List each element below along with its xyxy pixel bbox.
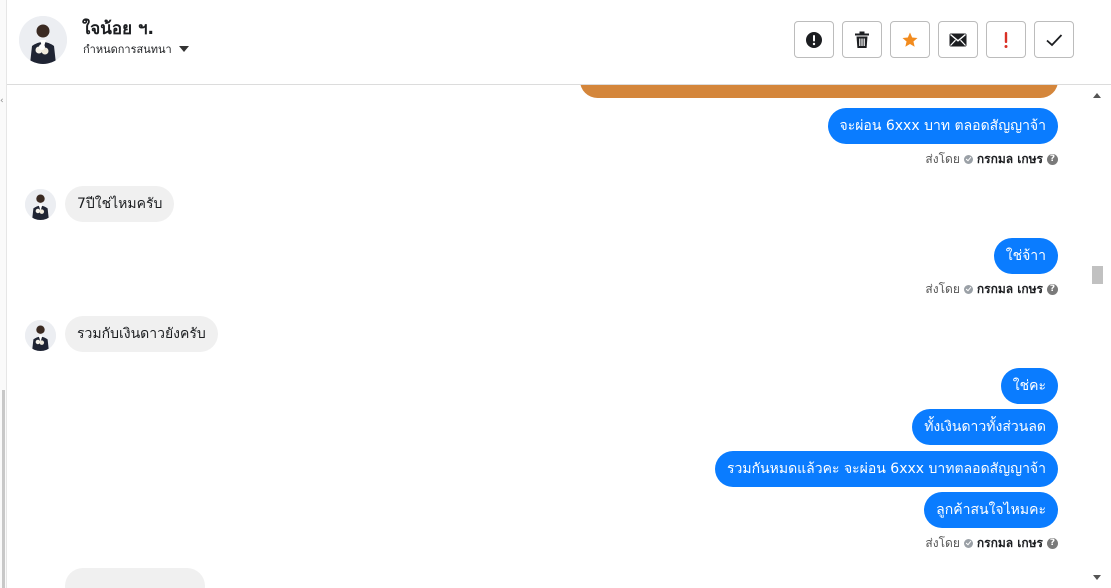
left-panel-edge: ‹ <box>0 0 7 588</box>
delete-button[interactable] <box>842 21 882 58</box>
star-icon <box>902 32 918 47</box>
mark-unread-button[interactable] <box>938 21 978 58</box>
exclamation-circle-icon <box>806 31 822 48</box>
contact-avatar-small[interactable] <box>25 320 56 351</box>
message-bubble-incoming-partial <box>65 568 205 588</box>
exclamation-icon <box>1004 31 1008 48</box>
message-thread[interactable]: จะผ่อน 6xxx บาท ตลอดสัญญาจ้า ส่งโดย กรกม… <box>7 85 1088 588</box>
check-icon <box>1046 33 1063 46</box>
edge-marker: ‹ <box>0 96 4 106</box>
sent-by-prefix: ส่งโดย <box>925 151 960 166</box>
thread-scrollbar[interactable] <box>1088 85 1111 588</box>
conversation-label-dropdown[interactable]: กำหนดการสนทนา <box>83 42 189 56</box>
message-bubble-outgoing: จะผ่อน 6xxx บาท ตลอดสัญญาจ้า <box>827 108 1058 144</box>
sent-by-info: ส่งโดย กรกมล เกษร ? <box>925 536 1058 550</box>
trash-icon <box>855 31 869 48</box>
message-bubble-outgoing: ลูกค้าสนใจไหมคะ <box>924 492 1058 528</box>
left-scroll-track[interactable] <box>2 390 5 588</box>
contact-avatar-small[interactable] <box>25 189 56 220</box>
help-icon[interactable]: ? <box>1047 153 1058 165</box>
sent-by-prefix: ส่งโดย <box>925 281 960 296</box>
mark-important-button[interactable] <box>986 21 1026 58</box>
message-bubble-outgoing: ทั้งเงินดาวทั้งส่วนลด <box>912 409 1058 445</box>
sender-name[interactable]: กรกมล เกษร <box>977 534 1043 553</box>
check-circle-icon <box>963 154 973 164</box>
contact-avatar[interactable] <box>19 16 67 64</box>
sent-by-prefix: ส่งโดย <box>925 535 960 550</box>
caret-down-icon <box>178 46 189 52</box>
contact-name: ใจน้อย ฯ. <box>82 19 154 39</box>
scroll-down-icon[interactable] <box>1093 575 1101 580</box>
scroll-up-icon[interactable] <box>1093 93 1101 98</box>
conversation-header: ใจน้อย ฯ. กำหนดการสนทนา <box>7 0 1111 85</box>
check-circle-icon <box>963 284 973 294</box>
message-bubble-incoming: รวมกับเงินดาวยังครับ <box>65 316 218 352</box>
sender-name[interactable]: กรกมล เกษร <box>977 280 1043 299</box>
star-button[interactable] <box>890 21 930 58</box>
report-spam-button[interactable] <box>794 21 834 58</box>
help-icon[interactable]: ? <box>1047 283 1058 295</box>
conversation-actions <box>794 21 1074 58</box>
label-dropdown-text: กำหนดการสนทนา <box>83 43 172 56</box>
sender-name[interactable]: กรกมล เกษร <box>977 150 1043 169</box>
message-bubble-outgoing: รวมกันหมดแล้วคะ จะผ่อน 6xxx บาทตลอดสัญญา… <box>714 451 1058 487</box>
message-bubble-outgoing: ใช่จ้าา <box>993 238 1058 274</box>
help-icon[interactable]: ? <box>1047 537 1058 549</box>
scroll-thumb[interactable] <box>1092 266 1103 284</box>
mark-done-button[interactable] <box>1034 21 1074 58</box>
message-bubble-outgoing: ใช่คะ <box>1000 368 1058 404</box>
check-circle-icon <box>963 538 973 548</box>
sent-by-info: ส่งโดย กรกมล เกษร ? <box>925 282 1058 296</box>
sent-by-info: ส่งโดย กรกมล เกษร ? <box>925 152 1058 166</box>
message-bubble-partial <box>580 85 1058 98</box>
messenger-conversation: ‹ ใจน้อย ฯ. กำหนดการสนทนา จะผ่อน 6xxx บา… <box>0 0 1111 588</box>
envelope-icon <box>949 33 967 46</box>
message-bubble-incoming: 7ปีใช่ไหมครับ <box>65 186 175 222</box>
